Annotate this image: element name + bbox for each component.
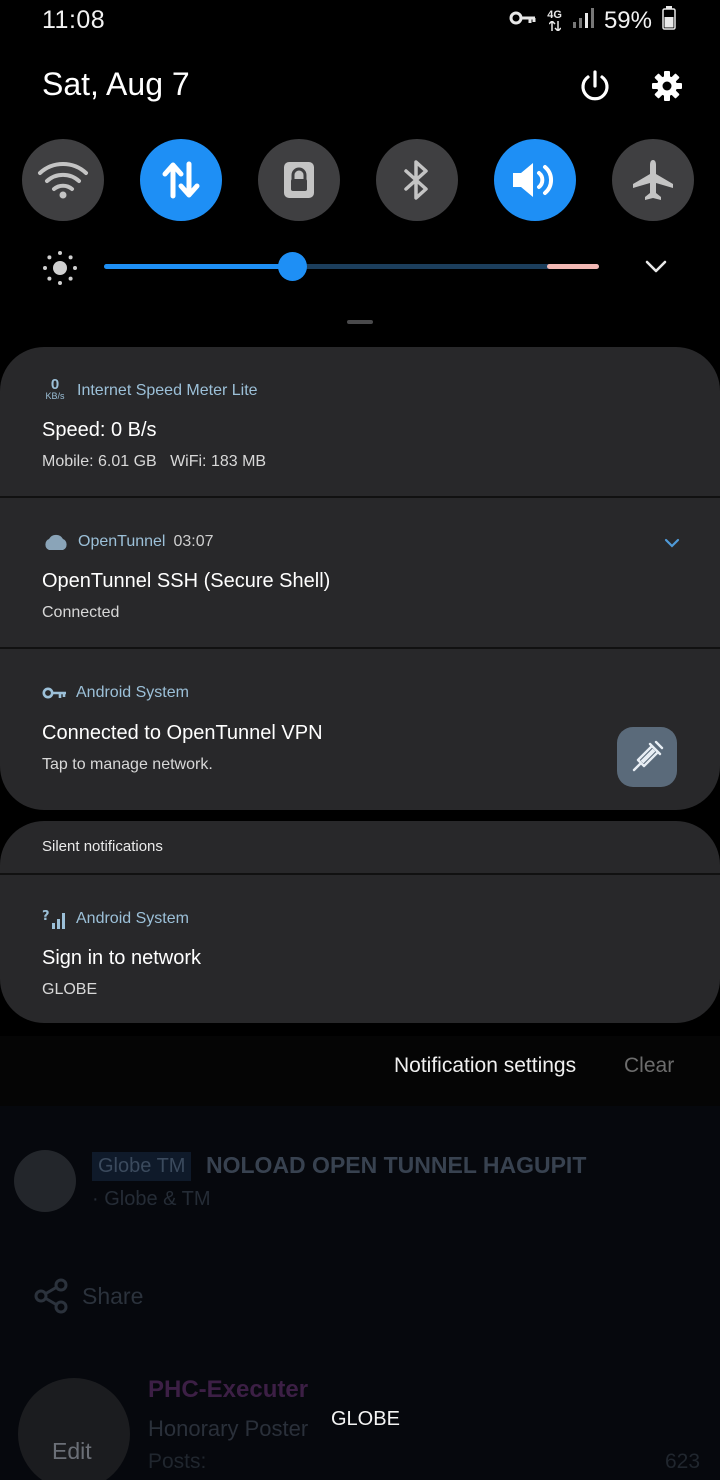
speed-meter-badge-value: 0 [50,376,60,393]
posts-label: Posts: [148,1450,207,1473]
brightness-high-zone [547,264,599,269]
expand-panel-button[interactable] [640,252,672,285]
silent-notifications-header: Silent notifications [0,821,720,875]
thread-tag: Globe TM [92,1152,192,1181]
notification-text: Mobile: 6.01 GB WiFi: 183 MB [42,453,267,470]
notification-app-row: OpenTunnel 03:07 [42,533,214,551]
app-name: Internet Speed Meter Lite [77,382,258,399]
app-name: Android System [76,910,189,927]
signal-icon [572,7,594,34]
thread-avatar [14,1150,76,1212]
volume-icon [513,163,553,197]
settings-button[interactable] [645,64,689,108]
app-name: Android System [76,684,189,701]
quick-tile-wifi[interactable] [22,139,104,221]
airplane-icon [633,160,673,200]
brightness-icon [42,250,78,291]
chevron-down-icon [664,538,680,548]
notification-time: 03:07 [173,533,214,550]
power-icon [581,70,609,101]
notification-sign-in[interactable]: ? Android System Sign in to network GLOB… [0,875,720,1021]
status-icons: 4G 59% [509,6,676,35]
notification-speed-meter[interactable]: 0 KB/s Internet Speed Meter Lite Speed: … [0,347,720,498]
brightness-fill [104,264,293,269]
gear-icon [652,71,682,101]
drag-handle[interactable] [347,320,373,324]
silent-header-label: Silent notifications [42,838,163,855]
key-icon [42,687,66,699]
share-icon [34,1278,68,1319]
bluetooth-icon [404,160,428,200]
vpn-key-icon [509,9,537,32]
network-type-label: 4G [547,9,562,21]
status-time: 11:08 [42,6,106,34]
notification-text: Connected [42,604,120,621]
username: PHC-Executer [148,1376,309,1403]
quick-tile-bluetooth[interactable] [376,139,458,221]
cloud-icon [45,534,67,550]
notification-app-row: Internet Speed Meter Lite [77,382,258,400]
syringe-icon [632,740,664,772]
edit-label: Edit [52,1438,92,1464]
user-rank: Honorary Poster [148,1416,309,1441]
posts-count: 623 [665,1450,701,1473]
notification-title: Speed: 0 B/s [42,419,157,441]
brightness-slider[interactable] [104,252,599,281]
notification-group: 0 KB/s Internet Speed Meter Lite Speed: … [0,347,720,810]
notification-opentunnel[interactable]: OpenTunnel 03:07 OpenTunnel SSH (Secure … [0,498,720,649]
network-4g-icon: 4G [547,10,562,31]
quick-tile-mobile-data[interactable] [140,139,222,221]
clear-button[interactable]: Clear [624,1054,674,1078]
notification-text: GLOBE [42,981,98,998]
notification-title: Connected to OpenTunnel VPN [42,722,323,744]
date-label: Sat, Aug 7 [42,66,190,102]
quick-tile-airplane[interactable] [612,139,694,221]
power-button[interactable] [573,64,617,108]
signal-question-icon: ? [42,909,65,929]
quick-tile-screen-lock[interactable] [258,139,340,221]
notification-app-row: ? Android System [42,908,189,930]
notification-title: OpenTunnel SSH (Secure Shell) [42,570,331,592]
silent-notification-group: Silent notifications ? Android System Si… [0,821,720,1023]
data-transfer-icon [162,161,200,199]
notification-footer: Notification settings Clear [0,1036,720,1106]
notification-title: Sign in to network [42,947,201,969]
lock-icon [284,162,314,198]
thread-title: NOLOAD OPEN TUNNEL HAGUPIT [206,1152,587,1178]
notification-settings-button[interactable]: Notification settings [394,1054,576,1078]
status-bar: 11:08 4G 59% [0,0,720,44]
speed-meter-badge-unit: KB/s [45,391,65,401]
chevron-down-icon [645,260,667,273]
share-label: Share [82,1283,144,1309]
notification-text: Tap to manage network. [42,756,213,773]
notification-app-row: Android System [42,684,189,702]
expand-notification-button[interactable] [664,536,680,554]
quick-tile-sound[interactable] [494,139,576,221]
app-name: OpenTunnel [78,533,166,550]
battery-icon [662,6,676,35]
svg-text:?: ? [42,909,50,924]
brightness-thumb[interactable] [278,252,308,281]
notification-vpn[interactable]: Android System Connected to OpenTunnel V… [0,649,720,810]
vpn-app-icon[interactable] [617,727,677,787]
network-caption: GLOBE [331,1408,400,1430]
background-app: Globe TM NOLOAD OPEN TUNNEL HAGUPIT · Gl… [0,1106,720,1480]
thread-subtitle: · Globe & TM [92,1188,211,1210]
speed-meter-app-icon: 0 KB/s [42,377,68,401]
wifi-icon [38,162,88,199]
battery-percentage: 59% [603,6,652,34]
